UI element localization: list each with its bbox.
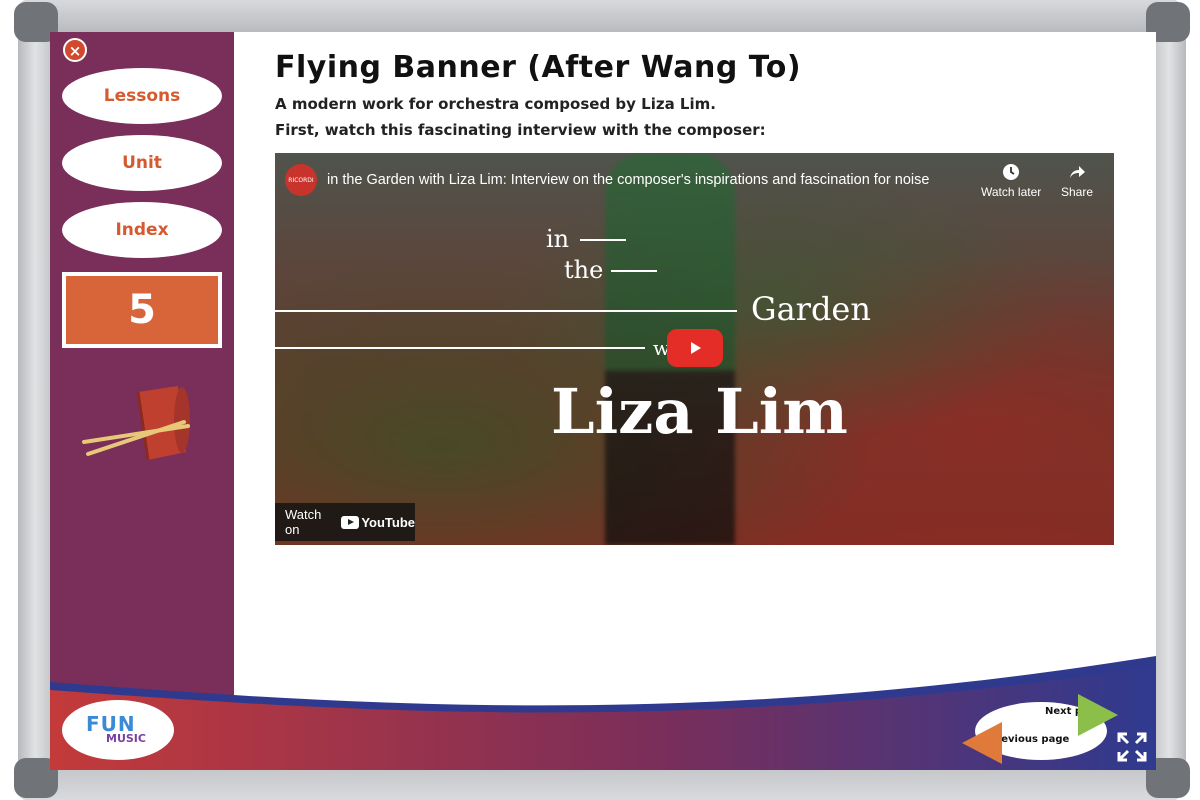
watch-on-label: Watch on: [285, 507, 322, 537]
watch-later-button[interactable]: Watch later: [981, 163, 1041, 199]
description-line: A modern work for orchestra composed by …: [275, 95, 716, 113]
watch-later-label: Watch later: [981, 185, 1042, 199]
watch-on-youtube-button[interactable]: Watch on YouTube: [275, 503, 415, 541]
lessons-button[interactable]: Lessons: [62, 68, 222, 124]
overlay-line: [580, 239, 626, 241]
lesson-content: Flying Banner (After Wang To) A modern w…: [275, 50, 1135, 139]
clock-icon: [1003, 164, 1020, 180]
overlay-line: [275, 347, 645, 349]
lesson-number-badge: 5: [62, 272, 222, 348]
video-title[interactable]: in the Garden with Liza Lim: Interview o…: [327, 172, 929, 188]
logo-subtext: MUSIC: [106, 732, 146, 745]
frame-rail-right: [1152, 10, 1186, 790]
overlay-word-the: the: [564, 256, 604, 284]
youtube-icon: YouTube: [341, 515, 415, 530]
overlay-line: [611, 270, 657, 272]
instruction-line: First, watch this fascinating interview …: [275, 121, 766, 139]
frame-rail-bottom: [20, 768, 1180, 800]
unit-button[interactable]: Unit: [62, 135, 222, 191]
overlay-line: [275, 310, 737, 312]
youtube-video-embed[interactable]: RICORDI in the Garden with Liza Lim: Int…: [275, 153, 1114, 545]
fullscreen-icon[interactable]: [1117, 732, 1147, 762]
play-triangle: [691, 342, 701, 354]
play-icon[interactable]: [667, 329, 723, 367]
index-button[interactable]: Index: [62, 202, 222, 258]
overlay-composer-name: Liza Lim: [551, 375, 848, 448]
frame-rail-left: [18, 10, 52, 790]
channel-avatar[interactable]: RICORDI: [285, 164, 317, 196]
overlay-word-in: in: [546, 225, 570, 253]
share-icon: [1070, 166, 1086, 178]
youtube-play-glyph: [341, 515, 360, 529]
share-label: Share: [1061, 185, 1094, 199]
frame-rail-top: [20, 0, 1180, 32]
previous-arrow-icon[interactable]: [962, 722, 1002, 764]
lesson-screen: × Lessons Unit Index 5 Flying Banner (Af…: [50, 32, 1156, 770]
next-arrow-icon[interactable]: [1078, 694, 1118, 736]
close-icon[interactable]: ×: [63, 38, 87, 62]
bucket-drum-icon: [82, 386, 190, 461]
share-button[interactable]: Share: [1061, 163, 1093, 199]
whiteboard-frame: × Lessons Unit Index 5 Flying Banner (Af…: [0, 0, 1200, 800]
overlay-word-garden: Garden: [751, 290, 871, 328]
youtube-label: YouTube: [361, 514, 415, 530]
page-title: Flying Banner (After Wang To): [275, 50, 802, 85]
fun-music-logo[interactable]: FUN MUSIC: [62, 700, 174, 760]
